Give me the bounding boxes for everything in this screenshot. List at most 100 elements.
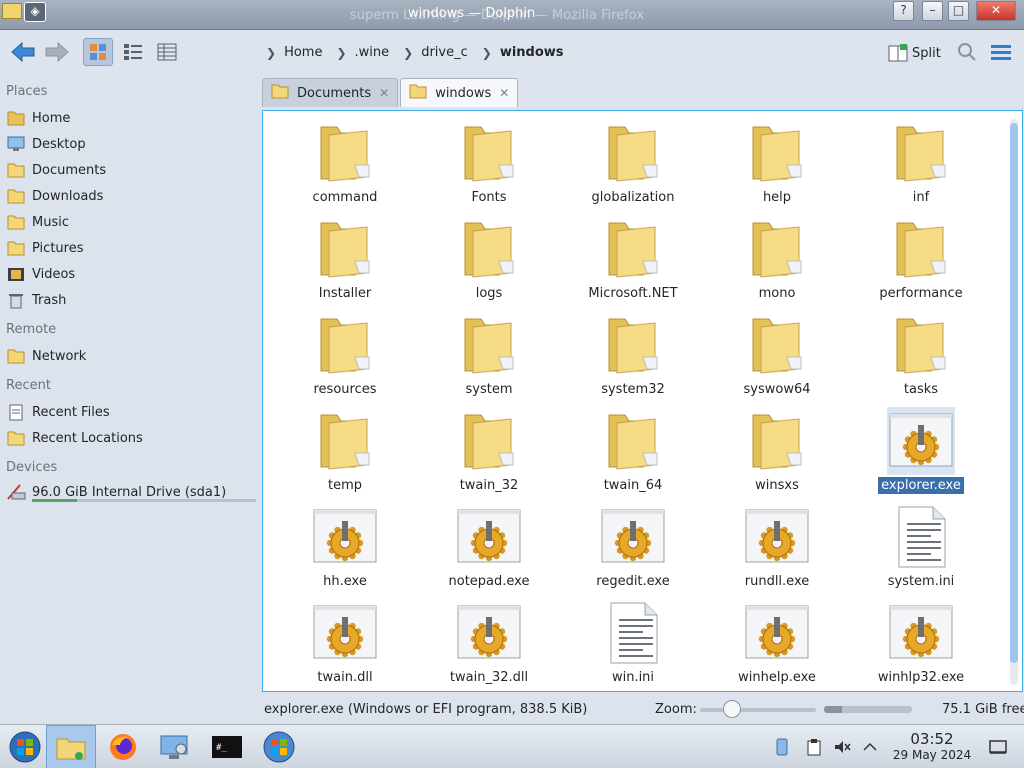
svg-text:#_: #_ [216, 743, 227, 753]
file-item[interactable]: command [273, 119, 417, 215]
file-item[interactable]: system [417, 311, 561, 407]
file-item[interactable]: Installer [273, 215, 417, 311]
sidebar-item-recent-locations[interactable]: Recent Locations [6, 427, 256, 449]
breadcrumb-drive-c[interactable]: drive_c [421, 45, 468, 60]
file-item[interactable]: twain_32 [417, 407, 561, 503]
file-item[interactable]: twain_64 [561, 407, 705, 503]
breadcrumb-wine[interactable]: .wine [355, 45, 390, 60]
text-document-icon [599, 599, 667, 667]
file-item[interactable]: win.ini [561, 599, 705, 695]
file-item[interactable]: twain_32.dll [417, 599, 561, 695]
file-item[interactable]: winhlp32.exe [849, 599, 993, 695]
sidebar-item-desktop[interactable]: Desktop [6, 133, 256, 155]
breadcrumb-windows[interactable]: windows [500, 45, 564, 60]
file-item[interactable]: system32 [561, 311, 705, 407]
minimize-button[interactable]: – [922, 1, 943, 21]
file-item[interactable]: tasks [849, 311, 993, 407]
file-item[interactable]: performance [849, 215, 993, 311]
file-name: winhlp32.exe [877, 670, 965, 685]
zoom-slider[interactable] [700, 708, 816, 712]
file-item[interactable]: system.ini [849, 503, 993, 599]
breadcrumb-home[interactable]: Home [284, 45, 322, 60]
file-item[interactable]: regedit.exe [561, 503, 705, 599]
sidebar-item-recent-files[interactable]: Recent Files [6, 401, 256, 423]
file-item[interactable]: rundll.exe [705, 503, 849, 599]
sidebar-item-trash[interactable]: Trash [6, 289, 256, 311]
file-name: rundll.exe [744, 574, 810, 589]
scrollbar-thumb[interactable] [1010, 123, 1018, 663]
sidebar-item-home[interactable]: Home [6, 107, 256, 129]
sidebar-item-network[interactable]: Network [6, 345, 256, 367]
back-button[interactable] [8, 38, 38, 66]
file-item[interactable]: help [705, 119, 849, 215]
show-desktop-button[interactable] [988, 737, 1008, 757]
file-item[interactable]: hh.exe [273, 503, 417, 599]
file-item[interactable]: mono [705, 215, 849, 311]
selection-info: explorer.exe (Windows or EFI program, 83… [264, 702, 588, 717]
tab-windows[interactable]: windows ✕ [400, 78, 519, 107]
file-item[interactable]: Fonts [417, 119, 561, 215]
sidebar-item-downloads[interactable]: Downloads [6, 185, 256, 207]
file-item[interactable]: winsxs [705, 407, 849, 503]
file-item[interactable]: syswow64 [705, 311, 849, 407]
folder-icon [887, 215, 955, 283]
tray-clipboard[interactable] [804, 737, 824, 757]
tray-volume[interactable] [832, 737, 852, 757]
taskbar-firefox[interactable] [98, 725, 148, 768]
clock-time: 03:52 [910, 730, 954, 748]
sidebar-item-music[interactable]: Music [6, 211, 256, 233]
file-name: Microsoft.NET [588, 286, 678, 301]
folder-icon [311, 311, 379, 379]
videos-folder-icon [6, 264, 26, 284]
file-item[interactable]: temp [273, 407, 417, 503]
tray-expand[interactable] [860, 737, 880, 757]
tab-close-icon[interactable]: ✕ [499, 86, 509, 100]
file-item[interactable]: explorer.exe [849, 407, 993, 503]
file-item[interactable]: globalization [561, 119, 705, 215]
tray-device-notifier[interactable] [772, 737, 792, 757]
compact-view-button[interactable] [118, 38, 148, 66]
zoom-slider-handle[interactable] [723, 700, 742, 718]
text-document-icon [887, 503, 955, 571]
taskbar-windows-app[interactable] [254, 725, 304, 768]
close-button[interactable]: ✕ [976, 1, 1016, 21]
tab-documents[interactable]: Documents ✕ [262, 78, 399, 107]
recent-heading: Recent [6, 378, 51, 393]
taskbar-terminal[interactable]: #_ [202, 725, 252, 768]
file-item[interactable]: notepad.exe [417, 503, 561, 599]
split-view-icon [888, 44, 908, 62]
taskbar-system-settings[interactable] [150, 725, 200, 768]
file-item[interactable]: resources [273, 311, 417, 407]
vertical-scrollbar[interactable] [1010, 119, 1018, 685]
sidebar-item-documents[interactable]: Documents [6, 159, 256, 181]
clock[interactable]: 03:52 29 May 2024 [892, 730, 972, 762]
hamburger-menu-button[interactable] [986, 38, 1016, 66]
sidebar-item-pictures[interactable]: Pictures [6, 237, 256, 259]
maximize-button[interactable]: □ [948, 1, 969, 21]
file-item[interactable]: winhelp.exe [705, 599, 849, 695]
window-menu-icon[interactable]: ◈ [24, 2, 46, 22]
drive-usage-bar [32, 499, 256, 502]
folder-icon [455, 119, 523, 187]
taskbar-dolphin[interactable] [46, 725, 96, 768]
start-menu-button[interactable] [0, 725, 50, 768]
forward-button[interactable] [42, 38, 72, 66]
free-space-fill [824, 706, 842, 713]
sidebar-item-label: 96.0 GiB Internal Drive (sda1) [32, 484, 227, 500]
file-item[interactable]: inf [849, 119, 993, 215]
tab-close-icon[interactable]: ✕ [379, 86, 389, 100]
search-button[interactable] [952, 38, 982, 66]
breadcrumb: ❯ Home ❯ .wine ❯ drive_c ❯ windows [262, 45, 574, 60]
folder-icon [743, 215, 811, 283]
file-item[interactable]: twain.dll [273, 599, 417, 695]
icons-view-button[interactable] [83, 38, 113, 66]
executable-gear-icon [599, 503, 667, 571]
file-item[interactable]: Microsoft.NET [561, 215, 705, 311]
details-view-button[interactable] [152, 38, 182, 66]
file-item[interactable]: logs [417, 215, 561, 311]
file-name: system.ini [887, 574, 955, 589]
split-button[interactable]: Split [888, 43, 941, 63]
help-button[interactable]: ? [893, 1, 914, 21]
file-view[interactable]: command Fonts globalization help inf Installe… [262, 110, 1023, 692]
sidebar-item-videos[interactable]: Videos [6, 263, 256, 285]
